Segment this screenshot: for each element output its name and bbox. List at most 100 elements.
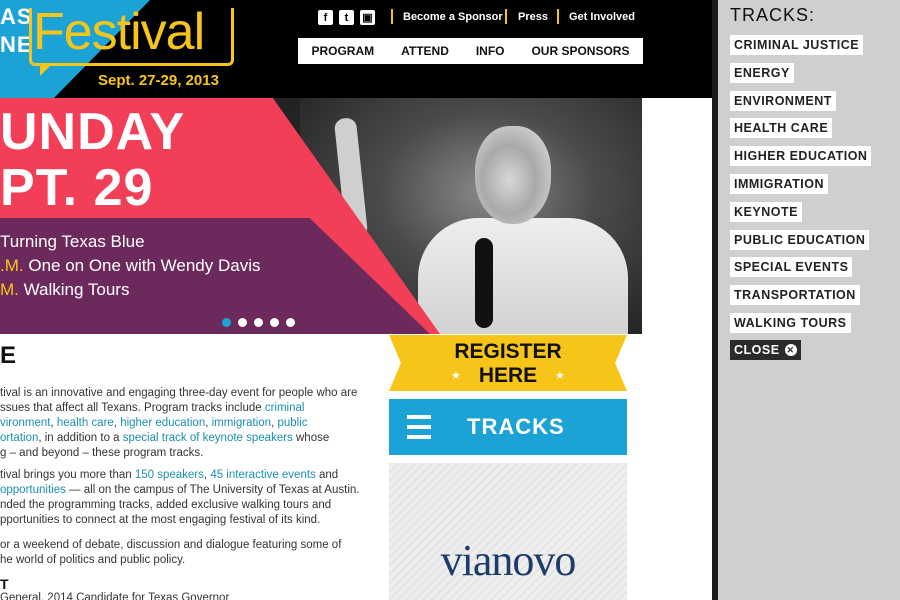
- slide-dot[interactable]: [238, 318, 247, 327]
- festival-dates: Sept. 27-29, 2013: [98, 72, 219, 89]
- track-tag-transportation[interactable]: TRANSPORTATION: [730, 285, 860, 306]
- logo-bubble-tail: [40, 64, 52, 76]
- hero-event: M. Walking Tours: [0, 280, 129, 300]
- get-involved-link[interactable]: Get Involved: [569, 11, 635, 23]
- text-run: — all on the campus of The University of…: [65, 484, 360, 496]
- nav-our-sponsors[interactable]: OUR SPONSORS: [531, 44, 629, 58]
- tracks-button-label: TRACKS: [467, 414, 565, 439]
- environment-link[interactable]: vironment: [0, 417, 51, 429]
- paragraph-line: he world of politics and public policy.: [0, 554, 186, 566]
- paragraph-line: vironment, health care, higher education…: [0, 416, 378, 431]
- nav-program[interactable]: PROGRAM: [311, 44, 374, 58]
- track-tag-keynote[interactable]: KEYNOTE: [730, 201, 802, 222]
- track-tag-health-care[interactable]: HEALTH CARE: [730, 118, 833, 139]
- events-link[interactable]: 45 interactive events: [210, 469, 315, 481]
- utility-separator: [557, 9, 559, 24]
- slide-dot[interactable]: [270, 318, 279, 327]
- slide-dots: [222, 318, 295, 327]
- hero-title-date: PT. 29: [0, 159, 154, 217]
- main-nav: PROGRAM ATTEND INFO OUR SPONSORS: [298, 38, 643, 64]
- tracks-panel-title: TRACKS:: [730, 5, 816, 25]
- nav-info[interactable]: INFO: [476, 44, 505, 58]
- close-label: CLOSE: [734, 343, 780, 357]
- close-icon: ✕: [784, 344, 797, 356]
- hero-title-day: UNDAY: [0, 103, 186, 161]
- star-icon: ★: [451, 370, 461, 382]
- logo-festival-word: Festival: [33, 3, 205, 61]
- hero-event: .M. One on One with Wendy Davis: [0, 256, 260, 276]
- twitter-icon[interactable]: t: [339, 10, 354, 25]
- track-tag-walking-tours[interactable]: WALKING TOURS: [730, 313, 851, 333]
- utility-separator: [505, 9, 507, 24]
- public-education-link[interactable]: public: [277, 417, 307, 429]
- press-link[interactable]: Press: [518, 11, 548, 23]
- paragraph-line: or a weekend of debate, discussion and d…: [0, 539, 342, 551]
- register-label: REGISTER: [454, 340, 562, 363]
- hero-event-label: Walking Tours: [23, 280, 130, 299]
- about-section: E tival is an innovative and engaging th…: [0, 334, 380, 600]
- speaker-heading: T: [0, 576, 9, 592]
- hero-event-label: One on One with Wendy Davis: [28, 256, 261, 275]
- text-run: tival brings you more than: [0, 469, 135, 481]
- register-here-button[interactable]: REGISTER HERE ★ ★: [389, 335, 627, 391]
- star-icon: ★: [555, 370, 565, 382]
- health-care-link[interactable]: health care: [57, 417, 114, 429]
- menu-icon: [407, 415, 431, 439]
- track-tag-public-education[interactable]: PUBLIC EDUCATION: [730, 229, 870, 250]
- hero-slideshow[interactable]: UNDAY PT. 29 Turning Texas Blue .M. One …: [0, 98, 642, 334]
- festival-site: AS NE Festival Sept. 27-29, 2013 f t ▣ B…: [0, 0, 712, 600]
- social-links: f t ▣: [318, 10, 375, 25]
- keynote-speakers-link[interactable]: special track of keynote speakers: [123, 432, 293, 444]
- photo-microphone: [475, 238, 493, 328]
- tv-icon[interactable]: ▣: [360, 10, 375, 25]
- register-label-here: HERE: [478, 364, 538, 387]
- track-tag-criminal-justice[interactable]: CRIMINAL JUSTICE: [730, 35, 864, 55]
- track-tag-environment[interactable]: ENVIRONMENT: [730, 90, 836, 111]
- paragraph-line: pportunities to connect at the most enga…: [0, 514, 321, 526]
- paragraph-line: tival is an innovative and engaging thre…: [0, 387, 358, 399]
- paragraph-line: ssues that affect all Texans. Program tr…: [0, 401, 378, 416]
- paragraph-line: g – and beyond – these program tracks.: [0, 447, 204, 459]
- speakers-link[interactable]: 150 speakers: [135, 469, 204, 481]
- slide-dot[interactable]: [286, 318, 295, 327]
- sponsor-logo: vianovo: [440, 536, 577, 585]
- tracks-button[interactable]: TRACKS: [389, 399, 627, 455]
- track-tag-immigration[interactable]: IMMIGRATION: [730, 174, 828, 194]
- higher-education-link[interactable]: higher education: [120, 417, 205, 429]
- header-bar: AS NE Festival Sept. 27-29, 2013 f t ▣ B…: [0, 0, 712, 98]
- hero-event-label: Turning Texas Blue: [0, 232, 145, 251]
- hero-event-time: .M.: [0, 256, 24, 275]
- close-button[interactable]: CLOSE ✕: [730, 340, 801, 360]
- slide-dot[interactable]: [222, 318, 231, 327]
- track-tag-higher-education[interactable]: HIGHER EDUCATION: [730, 146, 872, 167]
- tracks-panel: TRACKS: CRIMINAL JUSTICE ENERGY ENVIRONMEN…: [718, 0, 900, 600]
- paragraph-line: opportunities — all on the campus of The…: [0, 483, 378, 498]
- logo-word-top: AS: [0, 4, 33, 29]
- criminal-justice-link[interactable]: criminal: [265, 402, 305, 414]
- opportunities-link[interactable]: opportunities: [0, 484, 66, 496]
- utility-separator: [391, 9, 393, 24]
- facebook-icon[interactable]: f: [318, 10, 333, 25]
- track-tag-energy[interactable]: ENERGY: [730, 62, 794, 83]
- text-run: whose: [292, 432, 330, 444]
- photo-speaker-head: [475, 126, 551, 224]
- become-sponsor-link[interactable]: Become a Sponsor: [403, 11, 503, 23]
- paragraph-line: nded the programming tracks, added exclu…: [0, 499, 332, 511]
- slide-dot[interactable]: [254, 318, 263, 327]
- paragraph-line: tival brings you more than 150 speakers,…: [0, 468, 378, 483]
- offer-paragraph: tival brings you more than 150 speakers,…: [0, 468, 378, 528]
- hero-event-time: M.: [0, 280, 19, 299]
- intro-paragraph: tival is an innovative and engaging thre…: [0, 386, 378, 461]
- nav-attend[interactable]: ATTEND: [401, 44, 449, 58]
- track-tag-special-events[interactable]: SPECIAL EVENTS: [730, 257, 853, 278]
- closing-paragraph: or a weekend of debate, discussion and d…: [0, 538, 378, 568]
- logo-word-bottom: NE: [0, 32, 33, 57]
- text-run: and: [315, 469, 339, 481]
- transportation-link[interactable]: ortation: [0, 432, 38, 444]
- text-run: ssues that affect all Texans. Program tr…: [0, 402, 265, 414]
- sponsor-ad[interactable]: vianovo: [389, 463, 627, 600]
- festival-logo[interactable]: AS NE Festival Sept. 27-29, 2013: [0, 0, 245, 98]
- paragraph-line: ortation, in addition to a special track…: [0, 431, 378, 446]
- immigration-link[interactable]: immigration: [212, 417, 271, 429]
- speaker-subtitle: General, 2014 Candidate for Texas Govern…: [0, 592, 230, 600]
